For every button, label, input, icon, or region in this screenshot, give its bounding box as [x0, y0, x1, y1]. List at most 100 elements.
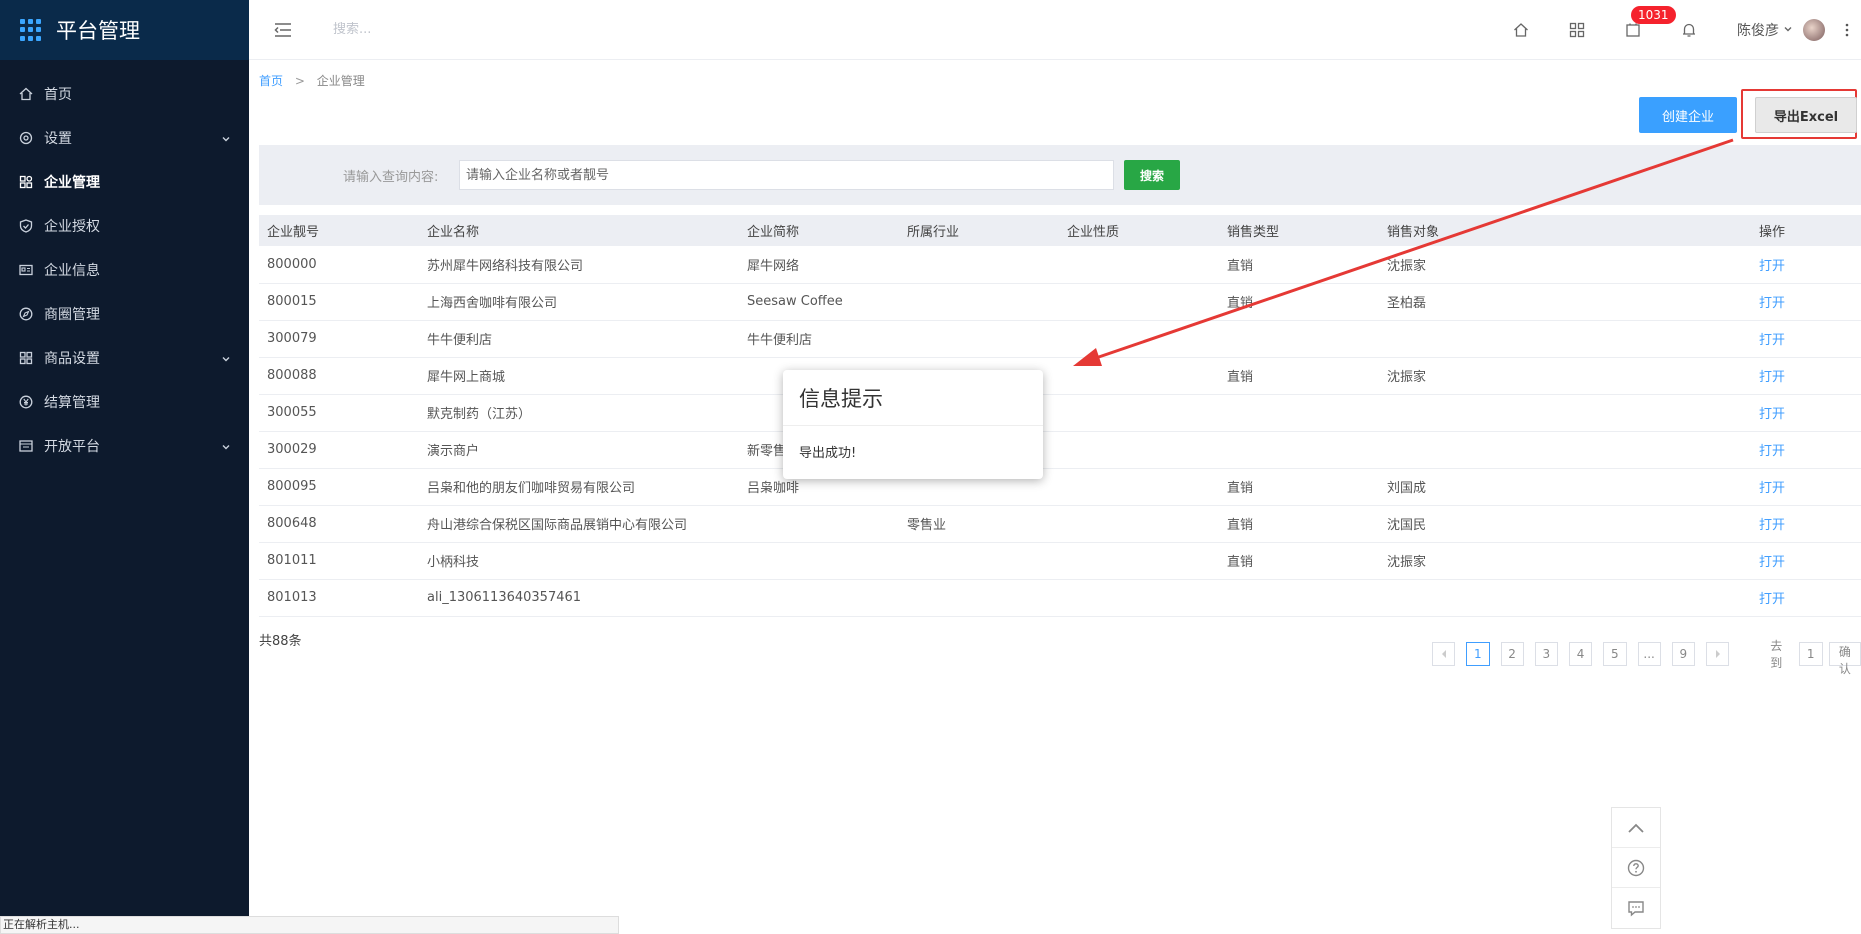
create-enterprise-button[interactable]: 创建企业: [1639, 97, 1737, 133]
open-link[interactable]: 打开: [1759, 592, 1785, 607]
export-excel-button[interactable]: 导出Excel: [1755, 97, 1857, 133]
column-header: 企业名称: [419, 215, 739, 246]
open-link[interactable]: 打开: [1759, 407, 1785, 422]
sidebar-item-open-platform[interactable]: 开放平台: [0, 424, 249, 468]
table-cell: [1059, 431, 1219, 469]
table-cell: 上海西舍咖啡有限公司: [419, 283, 739, 321]
open-link[interactable]: 打开: [1759, 333, 1785, 348]
top-right-tools: 1031 陈俊彦: [1493, 0, 1861, 60]
table-cell: [1059, 246, 1219, 284]
table-cell: 300055: [259, 394, 419, 432]
global-search-input[interactable]: [333, 22, 633, 37]
next-page-icon[interactable]: [1706, 642, 1730, 666]
chevron-down-icon: [1783, 22, 1793, 38]
table-header-row: 企业靓号 企业名称 企业简称 所属行业 企业性质 销售类型 销售对象 操作: [259, 215, 1861, 246]
yen-icon: [18, 394, 34, 410]
table-cell: [1059, 579, 1219, 617]
column-header: 企业靓号: [259, 215, 419, 246]
home-icon: [18, 86, 34, 102]
sidebar-item-home[interactable]: 首页: [0, 72, 249, 116]
open-link[interactable]: 打开: [1759, 259, 1785, 274]
bell-icon[interactable]: [1661, 0, 1717, 60]
table-cell: [899, 542, 1059, 580]
home-shortcut-icon[interactable]: [1493, 0, 1549, 60]
column-header: 所属行业: [899, 215, 1059, 246]
sidebar-item-label: 首页: [44, 87, 72, 103]
table-cell: 直销: [1219, 357, 1379, 395]
enterprise-search-input[interactable]: [459, 160, 1114, 190]
table-cell: [1059, 505, 1219, 543]
platform-icon: [18, 438, 34, 454]
sidebar-item-settlement[interactable]: 结算管理: [0, 380, 249, 424]
table-cell: 直销: [1219, 542, 1379, 580]
chevron-down-icon: [221, 440, 231, 456]
back-to-top-icon[interactable]: [1612, 808, 1660, 848]
sidebar: 平台管理 首页 设置 企业管理 企业授权 企业信息 商圈管理 商品设置 结算管理…: [0, 0, 249, 934]
help-icon[interactable]: [1612, 848, 1660, 888]
table-cell: 犀牛网络: [739, 246, 899, 284]
sidebar-item-product-settings[interactable]: 商品设置: [0, 336, 249, 380]
page-button[interactable]: 4: [1569, 642, 1593, 666]
search-button[interactable]: 搜索: [1124, 160, 1180, 190]
table-cell: [899, 283, 1059, 321]
table-row: 800015 上海西舍咖啡有限公司 Seesaw Coffee 直销 圣柏磊 打开: [259, 283, 1861, 321]
table-cell: 打开: [1759, 542, 1861, 580]
page-button[interactable]: 9: [1671, 642, 1695, 666]
table-cell: 打开: [1759, 283, 1861, 321]
table-cell: [899, 320, 1059, 358]
breadcrumb-home-link[interactable]: 首页: [259, 74, 283, 88]
sidebar-menu: 首页 设置 企业管理 企业授权 企业信息 商圈管理 商品设置 结算管理 开放平台: [0, 72, 249, 468]
table-cell: 舟山港综合保税区国际商品展销中心有限公司: [419, 505, 739, 543]
table-cell: 打开: [1759, 468, 1861, 506]
open-link[interactable]: 打开: [1759, 370, 1785, 385]
avatar[interactable]: [1803, 19, 1825, 41]
table-cell: 苏州犀牛网络科技有限公司: [419, 246, 739, 284]
page-ellipsis: ...: [1637, 642, 1661, 666]
page-button[interactable]: 2: [1500, 642, 1524, 666]
table-cell: [739, 505, 899, 543]
breadcrumb-current: 企业管理: [316, 74, 365, 88]
sidebar-item-enterprise[interactable]: 企业管理: [0, 160, 249, 204]
open-link[interactable]: 打开: [1759, 481, 1785, 496]
table-cell: 沈振家: [1379, 357, 1759, 395]
column-header: 销售类型: [1219, 215, 1379, 246]
sidebar-item-label: 企业授权: [44, 219, 100, 235]
column-header: 企业简称: [739, 215, 899, 246]
table-row: 800095 吕枭和他的朋友们咖啡贸易有限公司 吕枭咖啡 直销 刘国成 打开: [259, 468, 1861, 506]
table-row: 800648 舟山港综合保税区国际商品展销中心有限公司 零售业 直销 沈国民 打开: [259, 505, 1861, 543]
goto-page-input[interactable]: [1798, 642, 1823, 666]
more-vertical-icon[interactable]: [1833, 22, 1861, 38]
sidebar-item-settings[interactable]: 设置: [0, 116, 249, 160]
sidebar-brand: 平台管理: [0, 0, 249, 60]
open-link[interactable]: 打开: [1759, 518, 1785, 533]
page-button[interactable]: 1: [1466, 642, 1490, 666]
sidebar-item-info[interactable]: 企业信息: [0, 248, 249, 292]
table-cell: [1059, 320, 1219, 358]
user-menu[interactable]: 陈俊彦: [1737, 19, 1825, 41]
table-row: 300055 默克制药（江苏） 打开: [259, 394, 1861, 432]
table-cell: 800648: [259, 505, 419, 543]
goto-page: 去到 确认: [1770, 637, 1861, 676]
open-link[interactable]: 打开: [1759, 296, 1785, 311]
menu-collapse-icon[interactable]: [271, 18, 295, 42]
messages-icon[interactable]: 1031: [1605, 0, 1676, 60]
goto-confirm-button[interactable]: 确认: [1828, 642, 1861, 676]
floating-tools: [1611, 807, 1661, 929]
open-link[interactable]: 打开: [1759, 555, 1785, 570]
sidebar-item-authorization[interactable]: 企业授权: [0, 204, 249, 248]
table-cell: 沈国民: [1379, 505, 1759, 543]
page-button[interactable]: 5: [1603, 642, 1627, 666]
table-cell: [1379, 394, 1759, 432]
browser-status-bar: 正在解析主机...: [0, 916, 619, 934]
page-button[interactable]: 3: [1534, 642, 1558, 666]
apps-grid-icon[interactable]: [1549, 0, 1605, 60]
sidebar-item-business-district[interactable]: 商圈管理: [0, 292, 249, 336]
feedback-chat-icon[interactable]: [1612, 888, 1660, 928]
table-cell: ali_1306113640357461: [419, 579, 739, 617]
table-cell: 800015: [259, 283, 419, 321]
table-cell: 打开: [1759, 246, 1861, 284]
app-grid-logo-icon[interactable]: [20, 19, 42, 41]
open-link[interactable]: 打开: [1759, 444, 1785, 459]
table-cell: 打开: [1759, 579, 1861, 617]
prev-page-icon[interactable]: [1432, 642, 1456, 666]
